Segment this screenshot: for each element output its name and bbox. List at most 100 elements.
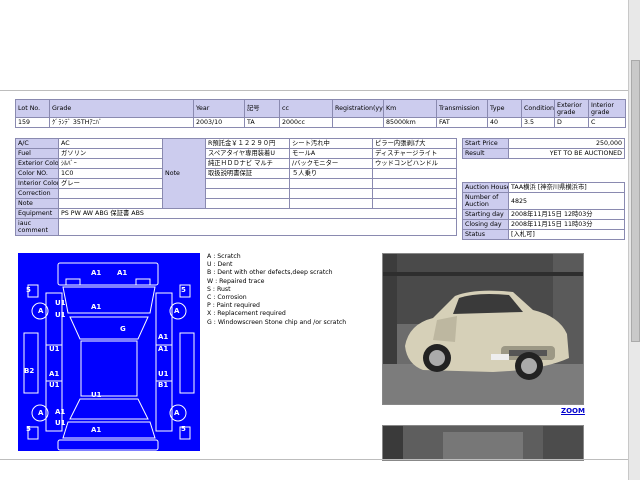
- note-cell: 取扱説明書保証: [205, 168, 290, 179]
- header-transmission-label: Transmission: [436, 99, 488, 118]
- note-label: Note: [162, 138, 206, 209]
- car-photo-secondary[interactable]: [382, 425, 584, 461]
- code-value: TA: [244, 117, 280, 128]
- interior-color-label: Interior Color: [15, 178, 59, 189]
- damage-legend: A : Scratch U : Dent B : Dent with other…: [207, 253, 346, 327]
- lot-number: 159: [15, 117, 50, 128]
- zoom-link[interactable]: ZOOM: [561, 407, 585, 415]
- damage-mark: U1: [49, 381, 60, 389]
- note-cell: シート汚れ中: [289, 138, 373, 149]
- header-lot-label: Lot No.: [15, 99, 50, 118]
- header-year-label: Year: [193, 99, 245, 118]
- damage-mark: U1: [49, 345, 60, 353]
- note-cell: [205, 178, 290, 189]
- divider: [0, 459, 628, 460]
- car-photo-secondary-image: [383, 426, 583, 460]
- damage-mark: G: [120, 325, 126, 333]
- auction-house-value: TAA横浜 [神奈川県横浜市]: [508, 182, 625, 193]
- damage-mark: U1: [158, 370, 169, 378]
- damage-mark: 5: [26, 286, 31, 294]
- auction-house-label: Auction House: [462, 182, 509, 193]
- interior-grade-value: C: [588, 117, 626, 128]
- status-value: [入札可]: [508, 229, 625, 240]
- fuel-label: Fuel: [15, 148, 59, 159]
- header-interior-grade-label: Interior grade: [588, 99, 626, 118]
- spec-table: A/C AC Note R預託金￥１２２９０円 シート汚れ中 ピラー内張剥げ大 …: [15, 138, 457, 236]
- km-value: 85000km: [383, 117, 437, 128]
- color-number-value: 1C0: [58, 168, 163, 179]
- result-value: YET TO BE AUCTIONED: [508, 148, 625, 159]
- damage-mark: U1: [55, 299, 66, 307]
- note-cell: [372, 188, 457, 199]
- note-cell: /バックモニター: [289, 158, 373, 169]
- legend-item: G : Windowscreen Stone chip and /or scra…: [207, 318, 347, 326]
- auction-number-label: Number of Auction: [462, 192, 509, 210]
- auction-table: Auction House TAA横浜 [神奈川県横浜市] Number of …: [462, 182, 625, 240]
- note-cell: [205, 198, 290, 209]
- damage-mark: A1: [91, 269, 102, 277]
- note-small-label: Note: [15, 198, 59, 209]
- note-cell: [372, 168, 457, 179]
- exterior-color-label: Exterior Color: [15, 158, 59, 169]
- damage-mark: A1: [49, 370, 60, 378]
- note-cell: [289, 188, 373, 199]
- note-cell: [372, 198, 457, 209]
- closing-day-label: Closing day: [462, 219, 509, 230]
- note-cell: [289, 178, 373, 189]
- note-cell: 純正ＨＤＤナビ マルチ: [205, 158, 290, 169]
- header-km-label: Km: [383, 99, 437, 118]
- damage-mark: 5: [181, 286, 186, 294]
- legend-item: P : Paint required: [207, 302, 260, 310]
- interior-color-value: グレー: [58, 178, 163, 189]
- fuel-value: ガソリン: [58, 148, 163, 159]
- note-cell: ピラー内張剥げ大: [372, 138, 457, 149]
- equipment-label: Equipment: [15, 208, 59, 219]
- header-cc-label: cc: [279, 99, 333, 118]
- iauc-comment-value: [58, 218, 457, 236]
- damage-mark: 5: [181, 425, 186, 433]
- damage-mark: B1: [158, 381, 169, 389]
- damage-mark: U1: [55, 311, 66, 319]
- scrollbar-thumb[interactable]: [631, 60, 640, 342]
- damage-mark: A1: [158, 345, 169, 353]
- vehicle-header-table: Lot No. Grade Year 記号 cc Registration(yy…: [15, 99, 626, 128]
- header-registration-label: Registration(yy/mm): [332, 99, 384, 118]
- damage-mark: A: [174, 307, 180, 315]
- header-exterior-grade-label: Exterior grade: [554, 99, 589, 118]
- auction-number-value: 4825: [508, 192, 625, 210]
- note-cell: R預託金￥１２２９０円: [205, 138, 290, 149]
- legend-item: B : Dent with other defects,deep scratch: [207, 269, 333, 277]
- correction-label: Correction: [15, 188, 59, 199]
- equipment-value: PS PW AW ABG 保証書 ABS: [58, 208, 457, 219]
- header-condition-label: Condition: [521, 99, 555, 118]
- starting-day-value: 2008年11月15日 12時03分: [508, 209, 625, 220]
- note-cell: ５人乗り: [289, 168, 373, 179]
- start-price-label: Start Price: [462, 138, 509, 149]
- damage-mark: A1: [158, 333, 169, 341]
- ac-value: AC: [58, 138, 163, 149]
- car-photo-image: [383, 254, 583, 404]
- start-price-value: 250,000: [508, 138, 625, 149]
- color-number-label: Color NO.: [15, 168, 59, 179]
- exterior-color-value: ｼﾙﾊﾞｰ: [58, 158, 163, 169]
- header-type-label: Type: [487, 99, 522, 118]
- divider: [0, 90, 628, 91]
- ac-label: A/C: [15, 138, 59, 149]
- legend-item: W : Repaired trace: [207, 277, 265, 285]
- note-small-value: [58, 198, 163, 209]
- damage-mark: A1: [117, 269, 128, 277]
- car-photo[interactable]: [382, 253, 584, 405]
- iauc-comment-label: iauc comment: [15, 218, 59, 236]
- registration-value: [332, 117, 384, 128]
- exterior-grade-value: D: [554, 117, 589, 128]
- legend-item: C : Corrosion: [207, 294, 247, 302]
- cc-value: 2000cc: [279, 117, 333, 128]
- legend-item: X : Replacement required: [207, 310, 286, 318]
- page: Lot No. Grade Year 記号 cc Registration(yy…: [0, 0, 628, 480]
- vertical-scrollbar[interactable]: [628, 0, 640, 480]
- correction-value: [58, 188, 163, 199]
- inspection-sheet-diagram: A1 A1 5 5 A U1 U1 A1 A G U1 A1 A1 B2 A1 …: [18, 253, 200, 451]
- type-value: 40: [487, 117, 522, 128]
- note-cell: ディスチャージライト: [372, 148, 457, 159]
- year-value: 2003/10: [193, 117, 245, 128]
